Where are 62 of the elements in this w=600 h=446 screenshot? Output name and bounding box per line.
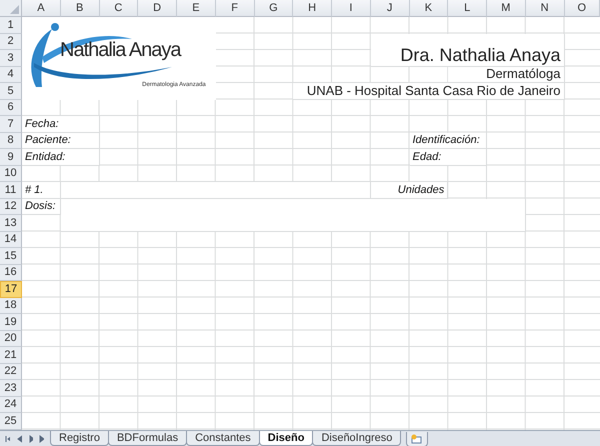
row-header[interactable]: 19 xyxy=(0,314,22,330)
row-header[interactable]: 11 xyxy=(0,182,22,198)
sheet-tab[interactable]: Registro xyxy=(50,430,109,446)
item-number: # 1. xyxy=(22,182,61,198)
column-header[interactable]: O xyxy=(564,0,600,17)
column-header[interactable]: J xyxy=(370,0,410,17)
row-header[interactable]: 14 xyxy=(0,232,22,248)
row-header[interactable]: 24 xyxy=(0,396,22,413)
last-sheet-icon[interactable] xyxy=(38,434,44,442)
row-header[interactable]: 2 xyxy=(0,34,22,50)
row-header[interactable]: 15 xyxy=(0,248,22,264)
column-header[interactable]: D xyxy=(138,0,177,17)
row-header[interactable]: 4 xyxy=(0,66,22,83)
next-sheet-icon[interactable] xyxy=(28,434,33,442)
sheet-tab[interactable]: Diseño xyxy=(258,430,314,446)
logo-text: Nathalia Anaya xyxy=(60,39,181,61)
dose-label: Dosis: xyxy=(22,198,61,215)
column-header[interactable]: H xyxy=(293,0,332,17)
sheet-tab[interactable]: DiseñoIngreso xyxy=(312,430,402,446)
column-header[interactable]: F xyxy=(216,0,254,17)
sheet-tab[interactable]: Constantes xyxy=(186,430,260,446)
first-sheet-icon[interactable] xyxy=(5,434,10,442)
row-header[interactable]: 21 xyxy=(0,347,22,364)
row-header[interactable]: 12 xyxy=(0,198,22,215)
row-header[interactable]: 10 xyxy=(0,166,22,182)
row-header[interactable]: 25 xyxy=(0,413,22,430)
column-header[interactable]: L xyxy=(448,0,487,17)
row-header[interactable]: 18 xyxy=(0,298,22,314)
row-header[interactable]: 22 xyxy=(0,364,22,380)
column-header[interactable]: E xyxy=(177,0,216,17)
column-header[interactable]: N xyxy=(526,0,564,17)
doctor-name: Dra. Nathalia Anaya xyxy=(370,34,564,66)
column-header[interactable]: C xyxy=(100,0,138,17)
field-label: Edad: xyxy=(410,149,487,166)
column-header[interactable]: I xyxy=(332,0,371,17)
row-header[interactable]: 23 xyxy=(0,380,22,396)
row-header[interactable]: 3 xyxy=(0,50,22,66)
column-header[interactable]: G xyxy=(254,0,294,17)
column-header[interactable]: M xyxy=(487,0,526,17)
insert-sheet-button[interactable] xyxy=(406,432,428,446)
units-label: Unidades xyxy=(370,182,448,198)
row-header[interactable]: 9 xyxy=(0,149,22,166)
column-header[interactable]: B xyxy=(60,0,100,17)
row-header[interactable]: 16 xyxy=(0,264,22,281)
row-header[interactable]: 13 xyxy=(0,215,22,232)
specialty-text: Dermatóloga xyxy=(448,66,564,83)
row-header[interactable]: 1 xyxy=(0,17,22,34)
row-header[interactable]: 7 xyxy=(0,116,22,132)
row-header[interactable]: 17 xyxy=(0,281,22,298)
sheet-tab[interactable]: BDFormulas xyxy=(108,430,188,446)
row-header[interactable]: 8 xyxy=(0,132,22,149)
column-header[interactable]: K xyxy=(410,0,448,17)
previous-sheet-icon[interactable] xyxy=(16,434,22,442)
row-header[interactable]: 5 xyxy=(0,83,22,100)
row-header[interactable]: 20 xyxy=(0,330,22,347)
field-label: Paciente: xyxy=(22,132,100,149)
row-header[interactable]: 6 xyxy=(0,100,22,116)
field-label: Fecha: xyxy=(22,116,100,132)
field-label: Entidad: xyxy=(22,149,100,166)
new-sheet-icon xyxy=(411,434,424,444)
column-header[interactable]: A xyxy=(22,0,61,17)
institution-text: UNAB - Hospital Santa Casa Rio de Janeiro xyxy=(293,83,564,100)
